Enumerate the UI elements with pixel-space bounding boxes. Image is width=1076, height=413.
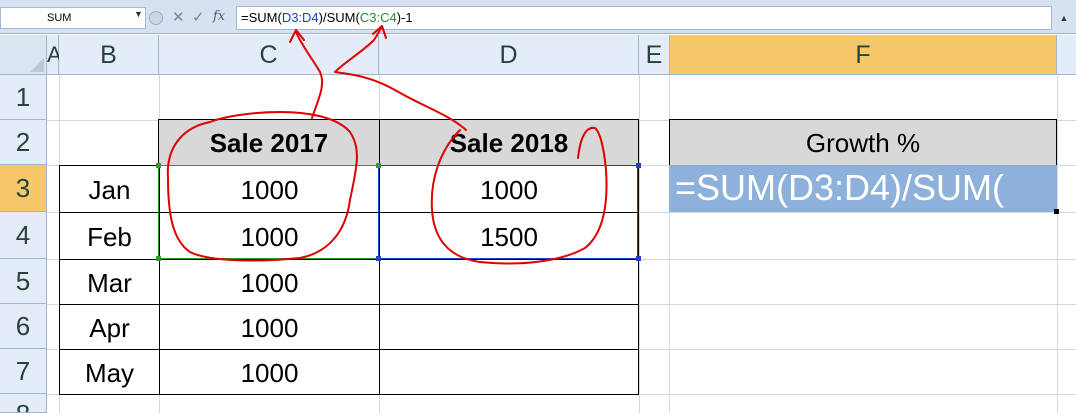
annotation-arrow-to-d3d4: [295, 31, 324, 119]
annotation-circle-sale-2018: [430, 126, 608, 265]
annotation-overlay: [166, 25, 608, 265]
annotation-arrow-to-c3c4: [334, 25, 467, 131]
annotation-circle-sale-2017: [166, 111, 358, 262]
